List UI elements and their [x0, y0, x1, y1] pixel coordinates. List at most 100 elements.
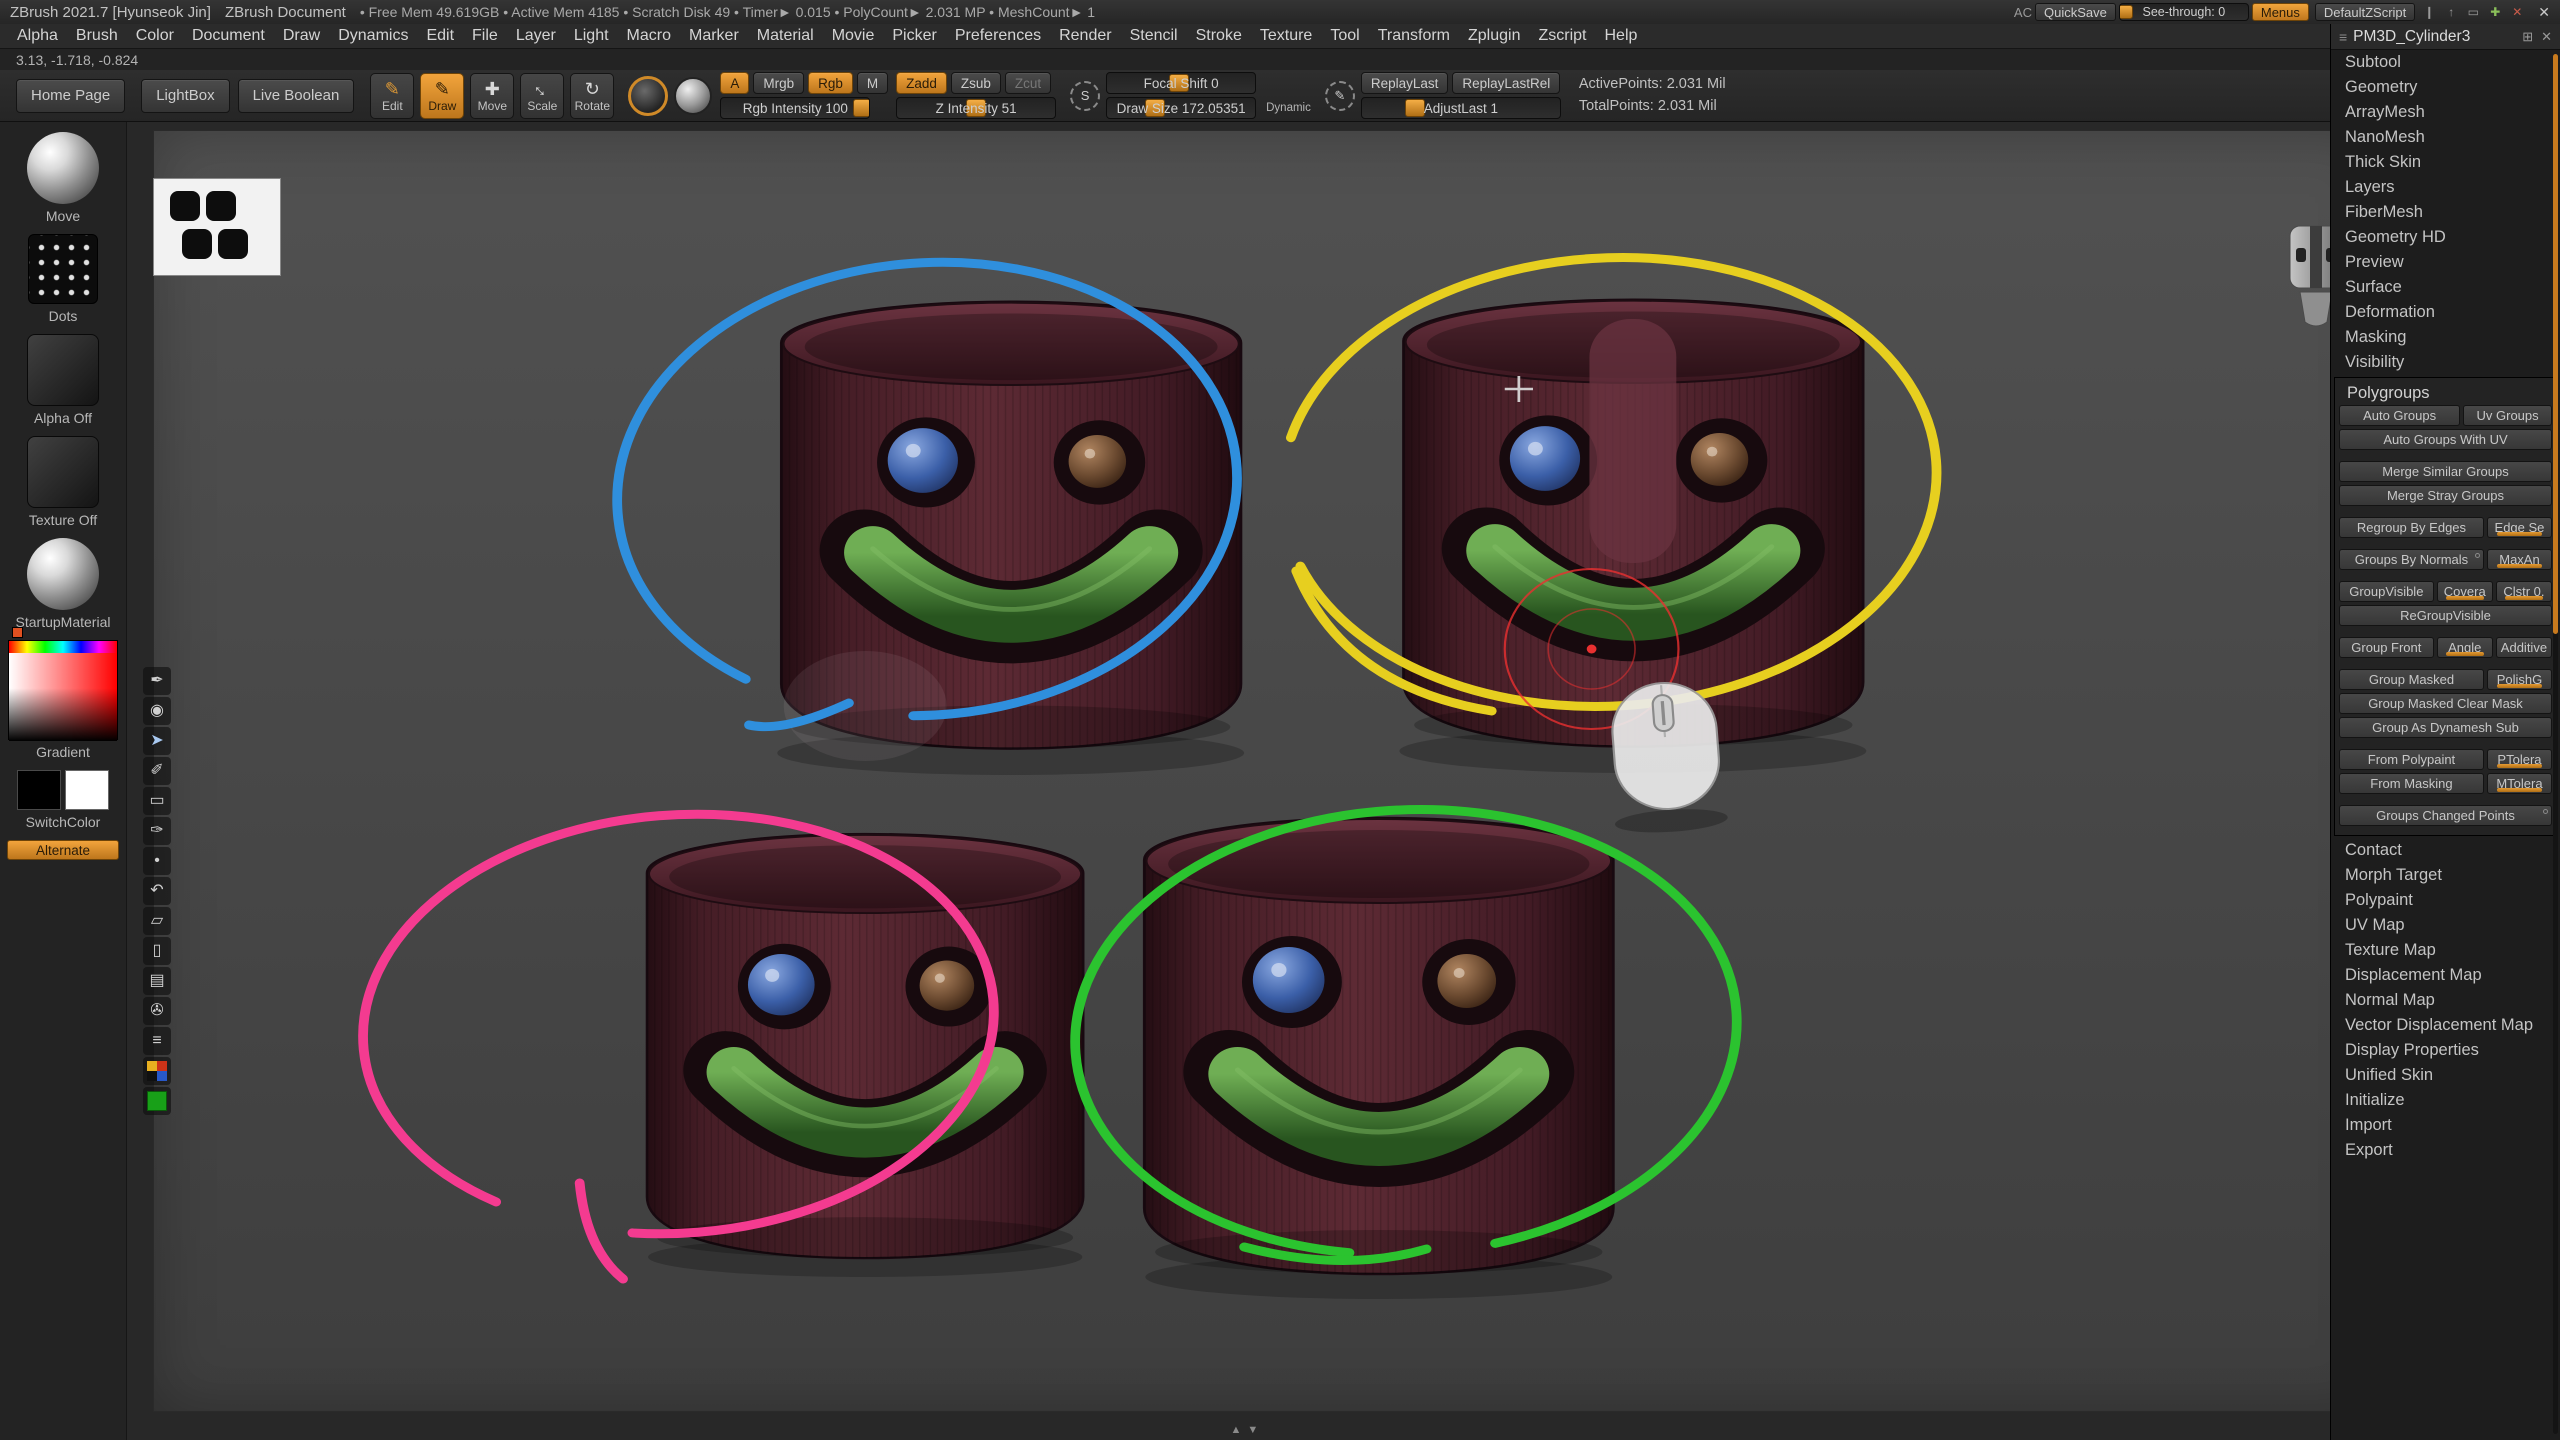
- draw-button[interactable]: ✎ Draw: [420, 73, 464, 119]
- home-page-button[interactable]: Home Page: [16, 79, 125, 113]
- live-boolean-button[interactable]: Live Boolean: [238, 79, 355, 113]
- document-canvas[interactable]: [153, 130, 2382, 1412]
- color-a-button[interactable]: A: [720, 72, 749, 94]
- hue-bar[interactable]: [9, 641, 117, 653]
- color-picker[interactable]: [8, 640, 118, 740]
- panel-item-geometry-hd[interactable]: Geometry HD: [2331, 225, 2560, 250]
- menus-button[interactable]: Menus: [2252, 3, 2309, 21]
- secondary-color-swatch[interactable]: [65, 770, 109, 810]
- strip-pen-button[interactable]: ✒: [143, 667, 171, 695]
- adjust-last-slider[interactable]: AdjustLast 1: [1361, 97, 1561, 119]
- pg-edge-se-button[interactable]: Edge Se: [2487, 517, 2552, 538]
- remove-view-icon[interactable]: ✕: [2508, 3, 2526, 21]
- strip-color-swatches-button[interactable]: [143, 1057, 171, 1085]
- quick-pick-panel[interactable]: [153, 178, 281, 276]
- menu-dynamics[interactable]: Dynamics: [329, 24, 417, 49]
- panel-item-visibility[interactable]: Visibility: [2331, 350, 2560, 375]
- menu-stencil[interactable]: Stencil: [1121, 24, 1187, 49]
- scroll-down-icon[interactable]: ▼: [1247, 1424, 1258, 1436]
- menu-zplugin[interactable]: Zplugin: [1459, 24, 1529, 49]
- menu-stroke[interactable]: Stroke: [1187, 24, 1251, 49]
- menu-layer[interactable]: Layer: [507, 24, 565, 49]
- edit-button[interactable]: ✎ Edit: [370, 73, 414, 119]
- grip-icon[interactable]: ≡: [2339, 29, 2347, 45]
- pg-groups-changed-points-button[interactable]: Groups Changed Points: [2339, 805, 2552, 826]
- pg-ptolera-button[interactable]: PTolera: [2487, 749, 2552, 770]
- panel-item-masking[interactable]: Masking: [2331, 325, 2560, 350]
- z-intensity-slider[interactable]: Z Intensity 51: [896, 97, 1056, 119]
- divider-icon[interactable]: ❙: [2420, 3, 2438, 21]
- panel-item-vector-displacement-map[interactable]: Vector Displacement Map: [2331, 1013, 2560, 1038]
- menu-tool[interactable]: Tool: [1321, 24, 1368, 49]
- pg-merge-stray-groups-button[interactable]: Merge Stray Groups: [2339, 485, 2552, 506]
- pg-auto-groups-with-uv-button[interactable]: Auto Groups With UV: [2339, 429, 2552, 450]
- replay-stroke-icon[interactable]: ✎: [1325, 81, 1355, 111]
- dots-thumbnail[interactable]: [28, 234, 98, 304]
- menu-marker[interactable]: Marker: [680, 24, 748, 49]
- panel-item-displacement-map[interactable]: Displacement Map: [2331, 963, 2560, 988]
- grid-icon[interactable]: ⊞: [2522, 29, 2533, 45]
- strip-eraser-button[interactable]: ▱: [143, 907, 171, 935]
- m-button[interactable]: M: [857, 72, 888, 94]
- current-brush-icon[interactable]: [628, 76, 668, 116]
- menu-file[interactable]: File: [463, 24, 507, 49]
- panel-item-deformation[interactable]: Deformation: [2331, 300, 2560, 325]
- pg-regroup-by-edges-button[interactable]: Regroup By Edges: [2339, 517, 2484, 538]
- window-icon[interactable]: ▭: [2464, 3, 2482, 21]
- switch-color-widget[interactable]: [17, 770, 109, 810]
- menu-render[interactable]: Render: [1050, 24, 1120, 49]
- strip-trash-button[interactable]: ▯: [143, 937, 171, 965]
- add-view-icon[interactable]: ✚: [2486, 3, 2504, 21]
- dock-up-icon[interactable]: ↑: [2442, 3, 2460, 21]
- zscript-button[interactable]: DefaultZScript: [2315, 3, 2415, 21]
- pg-group-front-button[interactable]: Group Front: [2339, 637, 2434, 658]
- alpha-thumbnail[interactable]: [27, 334, 99, 406]
- strip-brush-button[interactable]: ✑: [143, 817, 171, 845]
- pg-covera-button[interactable]: Covera: [2437, 581, 2493, 602]
- panel-item-geometry[interactable]: Geometry: [2331, 75, 2560, 100]
- pg-groups-by-normals-button[interactable]: Groups By Normals: [2339, 549, 2484, 570]
- zadd-button[interactable]: Zadd: [896, 72, 947, 94]
- panel-item-unified-skin[interactable]: Unified Skin: [2331, 1063, 2560, 1088]
- menu-edit[interactable]: Edit: [417, 24, 463, 49]
- panel-item-contact[interactable]: Contact: [2331, 838, 2560, 863]
- sculpt-scene[interactable]: [154, 131, 2381, 1411]
- panel-item-subtool[interactable]: Subtool: [2331, 50, 2560, 75]
- zcut-button[interactable]: Zcut: [1005, 72, 1051, 94]
- pg-regroupvisible-button[interactable]: ReGroupVisible: [2339, 605, 2552, 626]
- mrgb-button[interactable]: Mrgb: [753, 72, 804, 94]
- pg-auto-groups-button[interactable]: Auto Groups: [2339, 405, 2460, 426]
- replay-last-button[interactable]: ReplayLast: [1361, 72, 1449, 94]
- strip-print-button[interactable]: ▤: [143, 967, 171, 995]
- replay-last-rel-button[interactable]: ReplayLastRel: [1452, 72, 1560, 94]
- strip-dot-button[interactable]: •: [143, 847, 171, 875]
- material-thumbnail[interactable]: [27, 538, 99, 610]
- move-thumbnail[interactable]: [27, 132, 99, 204]
- pg-clstr-0-button[interactable]: Clstr 0.: [2496, 581, 2552, 602]
- close-tray-icon[interactable]: ✕: [2541, 29, 2552, 45]
- panel-item-uv-map[interactable]: UV Map: [2331, 913, 2560, 938]
- strip-pencil-button[interactable]: ✐: [143, 757, 171, 785]
- menu-draw[interactable]: Draw: [274, 24, 329, 49]
- panel-item-texture-map[interactable]: Texture Map: [2331, 938, 2560, 963]
- pg-from-masking-button[interactable]: From Masking: [2339, 773, 2484, 794]
- strip-undo-button[interactable]: ↶: [143, 877, 171, 905]
- menu-texture[interactable]: Texture: [1251, 24, 1321, 49]
- strip-camera-button[interactable]: ✇: [143, 997, 171, 1025]
- strip-eye-button[interactable]: ◉: [143, 697, 171, 725]
- menu-preferences[interactable]: Preferences: [946, 24, 1050, 49]
- panel-item-polypaint[interactable]: Polypaint: [2331, 888, 2560, 913]
- strip-pick-cursor-button[interactable]: ➤: [143, 727, 171, 755]
- rgb-intensity-slider[interactable]: Rgb Intensity 100: [720, 97, 870, 119]
- panel-item-thick-skin[interactable]: Thick Skin: [2331, 150, 2560, 175]
- menu-material[interactable]: Material: [748, 24, 823, 49]
- quicksave-button[interactable]: QuickSave: [2035, 3, 2116, 21]
- panel-item-fibermesh[interactable]: FiberMesh: [2331, 200, 2560, 225]
- pg-group-masked-clear-mask-button[interactable]: Group Masked Clear Mask: [2339, 693, 2552, 714]
- pg-groupvisible-button[interactable]: GroupVisible: [2339, 581, 2434, 602]
- strip-green-swatch-button[interactable]: [143, 1087, 171, 1115]
- lightbox-button[interactable]: LightBox: [141, 79, 229, 113]
- panel-item-surface[interactable]: Surface: [2331, 275, 2560, 300]
- focal-shift-slider[interactable]: Focal Shift 0: [1106, 72, 1256, 94]
- menu-light[interactable]: Light: [565, 24, 618, 49]
